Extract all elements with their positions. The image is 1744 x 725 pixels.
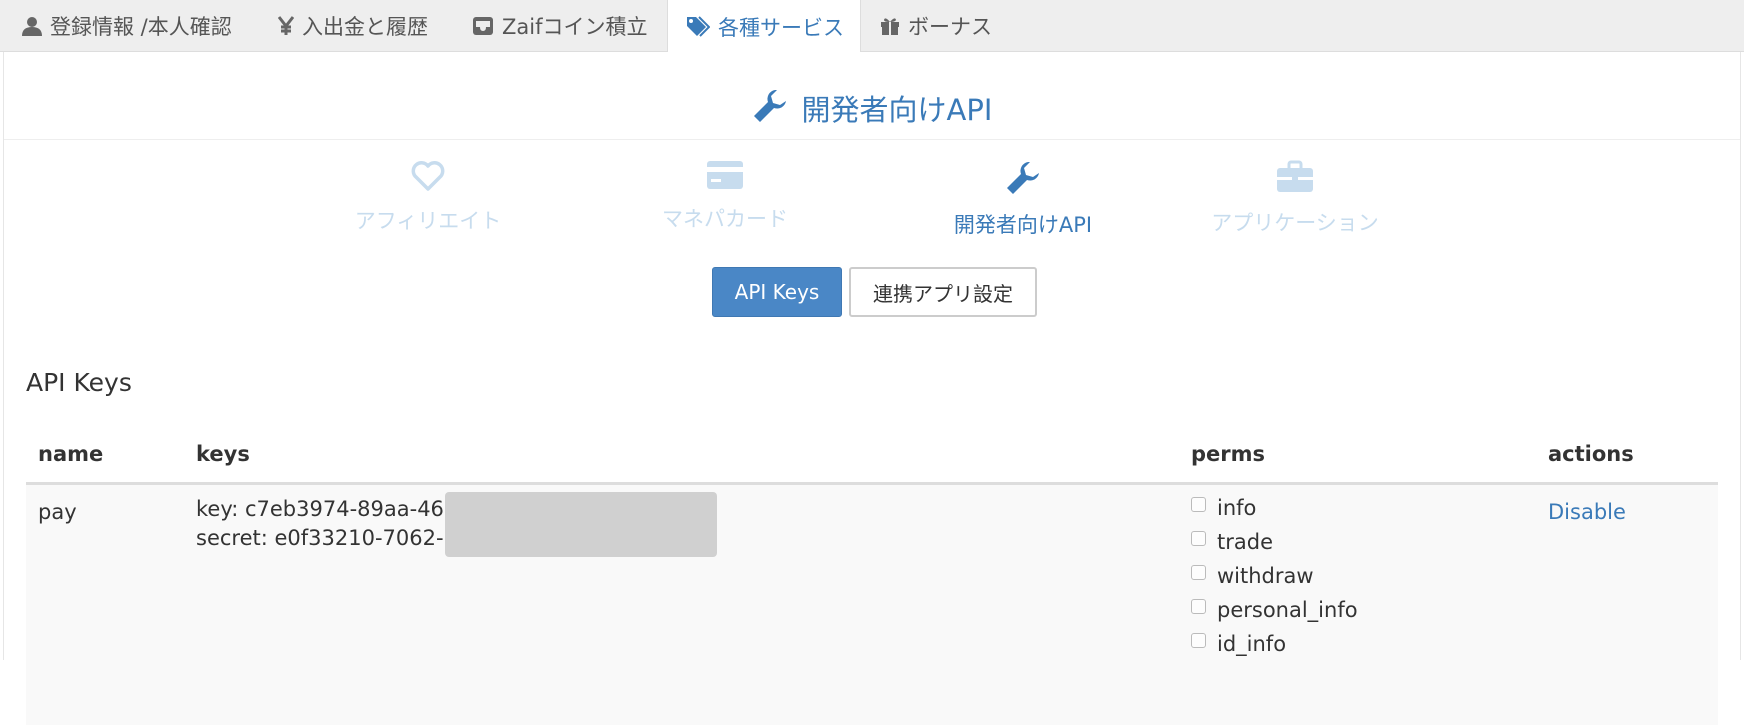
column-header-perms: perms bbox=[1191, 442, 1266, 466]
service-affiliate[interactable]: アフィリエイト bbox=[318, 160, 538, 235]
perm-checkbox[interactable] bbox=[1191, 564, 1206, 580]
service-label: 開発者向けAPI bbox=[953, 213, 1093, 237]
perm-label: trade bbox=[1217, 530, 1273, 554]
api-keys-table: name keys perms actions pay key: c7eb397… bbox=[26, 428, 1718, 725]
perm-label: personal_info bbox=[1217, 598, 1358, 622]
credit-card-icon bbox=[707, 160, 743, 195]
page-title: 開発者向けAPI bbox=[4, 88, 1740, 132]
tab-deposit-history[interactable]: 入出金と履歴 bbox=[278, 0, 428, 52]
tab-label: 入出金と履歴 bbox=[302, 15, 428, 39]
user-icon bbox=[22, 16, 42, 36]
perm-personal-info: personal_info bbox=[1191, 593, 1358, 627]
perm-withdraw: withdraw bbox=[1191, 559, 1358, 593]
service-label: アフィリエイト bbox=[354, 209, 502, 233]
inbox-icon bbox=[472, 16, 494, 36]
column-header-actions: actions bbox=[1548, 442, 1634, 466]
page-header: 開発者向けAPI bbox=[4, 52, 1740, 140]
column-header-keys: keys bbox=[196, 442, 250, 466]
top-tab-bar: 登録情報 /本人確認 入出金と履歴 Zaifコイン積立 各種サービス ボーナス bbox=[0, 0, 1744, 53]
perm-info: info bbox=[1191, 491, 1358, 525]
gift-icon bbox=[880, 16, 900, 36]
api-secret-text: secret: e0f33210-7062- bbox=[196, 526, 444, 550]
perm-id-info: id_info bbox=[1191, 627, 1358, 661]
section-title: API Keys bbox=[26, 368, 132, 397]
perm-checkbox[interactable] bbox=[1191, 496, 1206, 512]
perms-list: info trade withdraw personal_info id_inf… bbox=[1191, 491, 1358, 661]
tab-bonus[interactable]: ボーナス bbox=[880, 0, 992, 52]
service-manepa-card[interactable]: マネパカード bbox=[615, 160, 835, 233]
tab-label: ボーナス bbox=[908, 15, 992, 39]
tab-label: 登録情報 /本人確認 bbox=[50, 15, 232, 39]
service-developer-api[interactable]: 開発者向けAPI bbox=[913, 160, 1133, 239]
yen-icon bbox=[278, 16, 294, 36]
service-label: アプリケーション bbox=[1211, 211, 1379, 235]
tab-registration[interactable]: 登録情報 /本人確認 bbox=[22, 0, 232, 52]
linked-apps-button[interactable]: 連携アプリ設定 bbox=[849, 267, 1037, 317]
table-row: pay key: c7eb3974-89aa-46 secret: e0f332… bbox=[26, 485, 1718, 725]
perm-checkbox[interactable] bbox=[1191, 598, 1206, 614]
heart-icon bbox=[411, 160, 445, 197]
service-label: マネパカード bbox=[662, 207, 788, 231]
perm-label: id_info bbox=[1217, 632, 1287, 656]
perm-checkbox[interactable] bbox=[1191, 632, 1206, 648]
perm-label: info bbox=[1217, 496, 1257, 520]
perm-checkbox[interactable] bbox=[1191, 530, 1206, 546]
wrench-icon bbox=[1005, 160, 1041, 201]
content-panel: 開発者向けAPI アフィリエイト マネパカード 開発者向けAPI アプリケーショ… bbox=[3, 52, 1741, 725]
tab-label: 各種サービス bbox=[718, 15, 844, 40]
column-header-name: name bbox=[38, 442, 104, 466]
key-name: pay bbox=[38, 500, 77, 524]
service-applications[interactable]: アプリケーション bbox=[1185, 160, 1405, 237]
tab-label: Zaifコイン積立 bbox=[502, 15, 648, 39]
perm-label: withdraw bbox=[1217, 564, 1314, 588]
key-values: key: c7eb3974-89aa-46 secret: e0f33210-7… bbox=[196, 495, 444, 553]
tab-services[interactable]: 各種サービス bbox=[667, 0, 861, 53]
perm-trade: trade bbox=[1191, 525, 1358, 559]
wrench-icon bbox=[752, 88, 792, 132]
tags-icon bbox=[686, 15, 710, 38]
table-header: name keys perms actions bbox=[26, 428, 1718, 485]
page-title-text: 開発者向けAPI bbox=[801, 93, 993, 127]
tab-zaif-coin[interactable]: Zaifコイン積立 bbox=[472, 0, 647, 52]
api-key-text: key: c7eb3974-89aa-46 bbox=[196, 497, 444, 521]
api-keys-button[interactable]: API Keys bbox=[712, 267, 842, 317]
redacted-mask bbox=[445, 492, 717, 557]
disable-link[interactable]: Disable bbox=[1548, 500, 1626, 524]
briefcase-icon bbox=[1277, 160, 1313, 199]
